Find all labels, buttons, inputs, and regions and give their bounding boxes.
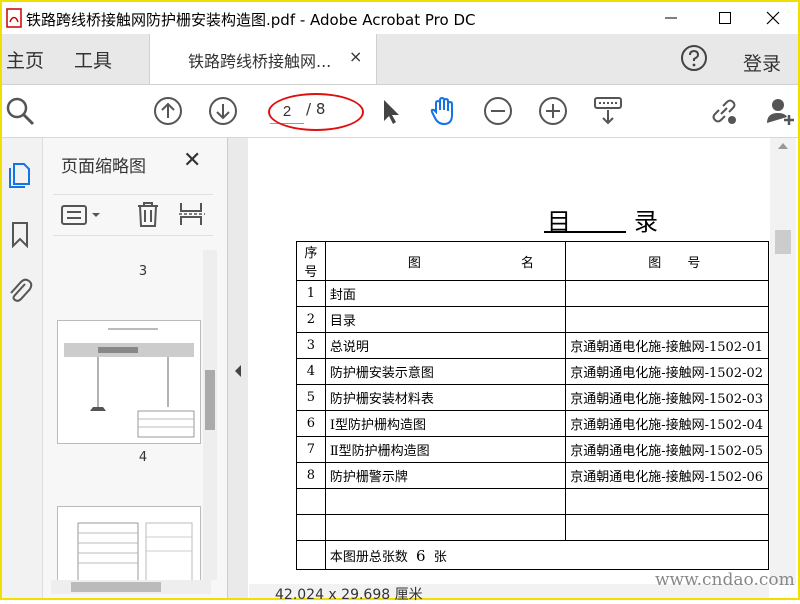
panel-toolbar [53,194,213,236]
table-header-row: 序号 图 名 图 号 [296,241,769,281]
add-user-icon[interactable] [764,95,796,127]
close-icon [766,11,780,25]
login-button[interactable]: 登录 [743,49,781,76]
title-underline [544,231,626,233]
thumbnail-page[interactable] [57,506,201,580]
minimize-button[interactable] [648,2,694,34]
options-menu-icon[interactable] [61,203,105,227]
thumbnail-drawing [64,328,195,438]
scroll-up-icon[interactable] [778,142,788,150]
header-name: 图 名 [324,241,567,281]
left-rail [2,138,43,598]
panel-close-icon[interactable]: ✕ [183,148,201,173]
table-row: 6 Ⅰ型防护栅构造图 京通朝通电化施-接触网-1502-04 [296,410,769,437]
scroll-thumb[interactable] [775,230,791,254]
table-row-empty [296,488,769,515]
bookmark-icon[interactable] [6,220,34,248]
tab-close-icon[interactable]: × [349,47,362,66]
toc-title-char-2: 录 [634,208,658,236]
attachment-icon[interactable] [6,276,34,304]
table-row: 3 总说明 京通朝通电化施-接触网-1502-01 [296,332,769,359]
toc-table: 序号 图 名 图 号 1 封面 2 目录 3 总说明 京通朝通电化施-接触网-1502-… [296,241,769,570]
minimize-icon [665,17,677,19]
thumbnail-list: 3 4 [43,250,213,580]
next-page-icon[interactable] [207,95,239,127]
panel-title: 页面缩略图 [61,157,146,177]
zoom-in-icon[interactable] [537,95,569,127]
previous-page-icon[interactable] [152,95,184,127]
thumbnail-vertical-scrollbar[interactable] [203,250,217,580]
maximize-button[interactable] [702,2,748,34]
table-row: 4 防护栅安装示意图 京通朝通电化施-接触网-1502-02 [296,358,769,385]
document-tab-label: 铁路跨线桥接触网... [188,52,332,71]
watermark: www.cndao.com [655,570,795,590]
scroll-thumb[interactable] [205,370,215,430]
page-size-readout: 42.024 x 29.698 厘米 [275,587,423,603]
title-bar: 铁路跨线桥接触网防护栅安装构造图.pdf - Adobe Acrobat Pro… [2,2,798,34]
main-toolbar: / 8 [2,85,798,138]
document-view: 目 录 目 录 序号 图 名 图 号 1封面 2目录 3总说明京通朝通电化施-接… [249,138,769,584]
scroll-thumb[interactable] [71,582,161,592]
page-thumbnails-icon[interactable] [6,160,34,188]
thumbnail-drawing [77,522,193,580]
collapse-panel-icon[interactable] [233,364,243,378]
header-code: 图 号 [565,241,769,281]
total-sheets: 本图册总张数 6 张 [324,540,769,570]
zoom-out-icon[interactable] [482,95,514,127]
maximize-icon [719,12,731,24]
search-icon[interactable] [4,95,36,127]
thumbnail-page-number: 3 [138,264,148,279]
window-title: 铁路跨线桥接触网防护栅安装构造图.pdf - Adobe Acrobat Pro… [26,11,476,29]
document-vertical-scrollbar[interactable] [770,138,796,584]
delete-page-icon[interactable] [135,200,161,228]
table-row: 2 目录 [296,306,769,333]
pdf-app-icon [6,8,22,28]
table-row: 8 防护栅警示牌 京通朝通电化施-接触网-1502-06 [296,462,769,489]
menu-tools[interactable]: 工具 [74,46,112,73]
share-link-icon[interactable] [708,95,740,127]
hand-tool-icon[interactable] [427,95,459,127]
thumbnail-horizontal-scrollbar[interactable] [51,580,211,594]
panel-splitter[interactable] [228,138,248,598]
highlight-annotation-oval [268,93,364,131]
table-row: 5 防护栅安装材料表 京通朝通电化施-接触网-1502-03 [296,384,769,411]
menu-home[interactable]: 主页 [6,46,44,73]
thumbnail-page[interactable] [57,320,201,444]
header-index: 序号 [296,241,326,281]
thumbnail-page-number: 4 [138,450,148,465]
thumbnails-panel: 页面缩略图 ✕ 3 4 [43,138,228,598]
document-tab[interactable]: 铁路跨线桥接触网... × [149,34,377,84]
table-row: 1 封面 [296,280,769,307]
keyboard-scroll-icon[interactable] [592,95,624,127]
tab-bar: 主页 工具 铁路跨线桥接触网... × 登录 [2,34,798,85]
close-window-button[interactable] [750,2,796,34]
select-cursor-icon[interactable] [374,95,406,127]
extract-page-icon[interactable] [179,201,205,227]
table-footer-row: 本图册总张数 6 张 [296,540,769,570]
help-icon[interactable] [680,44,708,72]
table-row: 7 Ⅱ型防护栅构造图 京通朝通电化施-接触网-1502-05 [296,436,769,463]
table-row-empty [296,514,769,541]
